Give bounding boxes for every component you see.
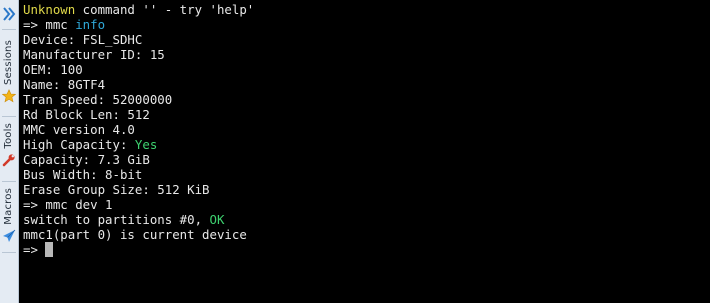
terminal-prompt: => [23, 242, 46, 257]
terminal-text: => mmc dev 1 [23, 197, 113, 212]
wrench-icon [2, 152, 16, 166]
sidebar-tab-macros[interactable]: Macros [0, 188, 18, 242]
terminal-text: High Capacity: [23, 137, 135, 152]
terminal-text: command '' - try 'help' [75, 2, 255, 17]
terminal-line: => mmc info [23, 17, 710, 32]
rail-divider [2, 116, 16, 117]
rail-divider [2, 181, 16, 182]
terminal-text: mmc1(part 0) is current device [23, 227, 247, 242]
terminal-app: Sessions Tools Macros Unknown command ''… [0, 0, 710, 303]
terminal-text: Yes [134, 137, 158, 152]
rail-divider [2, 252, 16, 253]
terminal-text: => mmc [23, 17, 76, 32]
terminal-text: Device: FSL_SDHC [23, 32, 143, 47]
terminal-line: Bus Width: 8-bit [23, 167, 710, 182]
terminal-text: Bus Width: 8-bit [23, 167, 143, 182]
sidebar-tab-label: Tools [3, 123, 14, 149]
terminal-text: OK [209, 212, 225, 227]
terminal-text: Tran Speed: 52000000 [23, 92, 173, 107]
terminal-line: Capacity: 7.3 GiB [23, 152, 710, 167]
sidebar-tab-label: Macros [3, 188, 14, 225]
terminal-prompt-line[interactable]: => [23, 242, 710, 257]
double-chevron-right-icon[interactable] [2, 5, 17, 23]
terminal-text: Unknown [23, 2, 76, 17]
sidebar-tab-tools[interactable]: Tools [0, 123, 18, 166]
terminal-text: OEM: 100 [23, 62, 83, 77]
star-icon [1, 88, 17, 103]
paper-plane-icon [2, 228, 16, 242]
terminal-text: Name: 8GTF4 [23, 77, 106, 92]
terminal-line: Tran Speed: 52000000 [23, 92, 710, 107]
terminal-text: switch to partitions #0, [23, 212, 210, 227]
terminal-line: switch to partitions #0, OK [23, 212, 710, 227]
terminal-line: Device: FSL_SDHC [23, 32, 710, 47]
terminal-text: Erase Group Size: 512 KiB [23, 182, 210, 197]
terminal-text: MMC version 4.0 [23, 122, 135, 137]
terminal-line: Erase Group Size: 512 KiB [23, 182, 710, 197]
terminal-text: info [75, 17, 106, 32]
terminal-line: MMC version 4.0 [23, 122, 710, 137]
terminal-output[interactable]: Unknown command '' - try 'help' => mmc in… [19, 0, 710, 303]
terminal-text: Manufacturer ID: 15 [23, 47, 165, 62]
rail-divider [2, 29, 16, 30]
sidebar-tab-label: Sessions [3, 40, 14, 85]
terminal-line: High Capacity: Yes [23, 137, 710, 152]
terminal-text: Capacity: 7.3 GiB [23, 152, 150, 167]
terminal-cursor [45, 242, 54, 257]
terminal-line: Manufacturer ID: 15 [23, 47, 710, 62]
side-rail: Sessions Tools Macros [0, 0, 19, 303]
terminal-line: => mmc dev 1 [23, 197, 710, 212]
terminal-line: mmc1(part 0) is current device [23, 227, 710, 242]
terminal-line: OEM: 100 [23, 62, 710, 77]
sidebar-tab-sessions[interactable]: Sessions [0, 40, 18, 103]
terminal-line: Unknown command '' - try 'help' [23, 2, 710, 17]
terminal-line: Rd Block Len: 512 [23, 107, 710, 122]
terminal-text: Rd Block Len: 512 [23, 107, 150, 122]
terminal-line: Name: 8GTF4 [23, 77, 710, 92]
